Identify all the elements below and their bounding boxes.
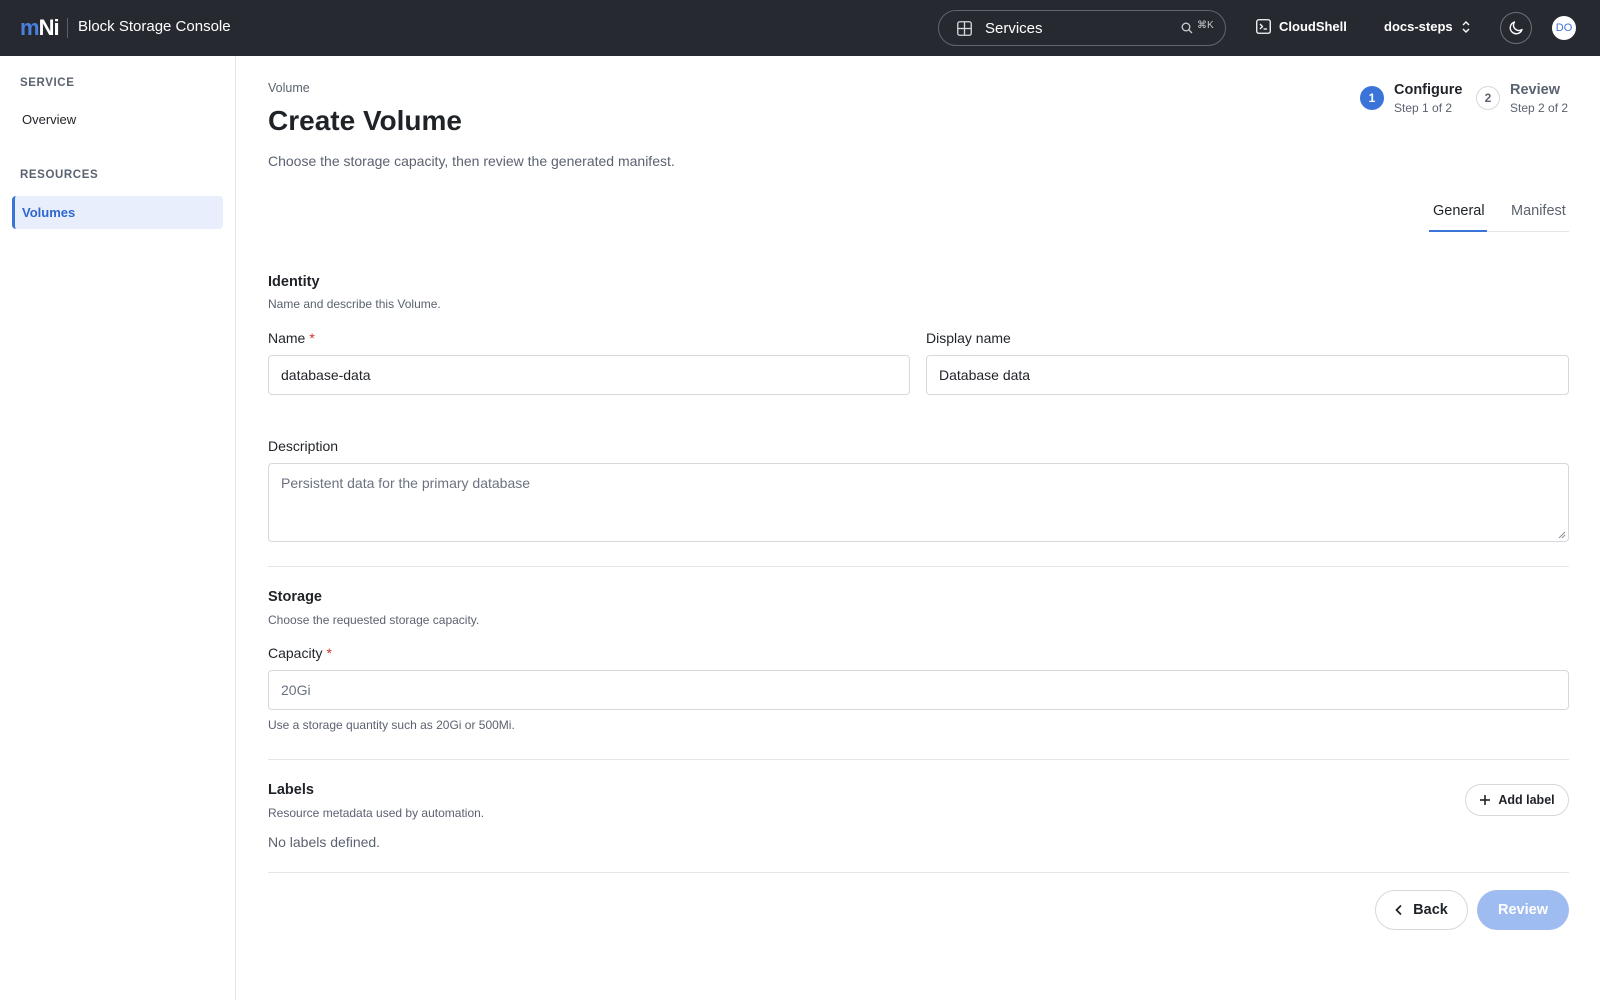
theme-toggle-button[interactable] [1500, 12, 1532, 44]
storage-section-subtitle: Choose the requested storage capacity. [268, 613, 480, 627]
step-subtitle: Step 2 of 2 [1510, 101, 1569, 115]
identity-section-subtitle: Name and describe this Volume. [268, 297, 441, 311]
keyboard-shortcut: ⌘K [1197, 20, 1214, 31]
moon-icon [1509, 21, 1523, 35]
back-label: Back [1413, 902, 1448, 918]
cloudshell-button[interactable]: CloudShell [1256, 19, 1347, 34]
brand-logo[interactable]: m Ni [20, 15, 60, 40]
name-field[interactable]: database-data [268, 355, 910, 395]
sidebar: SERVICE Overview RESOURCES Volumes [0, 56, 236, 1000]
description-field[interactable]: Persistent data for the primary database [268, 463, 1569, 542]
page-subtitle: Choose the storage capacity, then review… [268, 153, 675, 169]
tab-manifest[interactable]: Manifest [1511, 203, 1566, 219]
app-title: Block Storage Console [78, 18, 231, 35]
display-name-label: Display name [926, 330, 1011, 346]
description-label: Description [268, 438, 339, 454]
sidebar-item-label: Overview [22, 112, 77, 127]
sidebar-section-service: SERVICE [20, 77, 75, 89]
grid-icon [957, 21, 972, 36]
review-label: Review [1498, 902, 1548, 918]
page-title: Create Volume [268, 105, 462, 136]
section-divider [268, 872, 1569, 873]
description-placeholder: Persistent data for the primary database [281, 475, 531, 491]
add-label-text: Add label [1498, 793, 1555, 807]
sidebar-item-volumes[interactable]: Volumes [12, 196, 223, 229]
identity-section-title: Identity [268, 274, 320, 290]
step-title: Configure [1394, 82, 1463, 98]
add-label-button[interactable]: Add label [1465, 784, 1569, 816]
services-search[interactable]: Services ⌘K [938, 10, 1226, 46]
required-marker: * [326, 645, 332, 661]
search-icon [1181, 22, 1193, 34]
section-divider [268, 566, 1569, 567]
sidebar-section-resources: RESOURCES [20, 169, 99, 181]
back-button[interactable]: Back [1375, 890, 1468, 930]
sidebar-item-label: Volumes [22, 205, 76, 220]
breadcrumb[interactable]: Volume [268, 81, 310, 95]
user-avatar[interactable]: DO [1552, 16, 1576, 40]
plus-icon [1480, 795, 1491, 805]
labels-section-subtitle: Resource metadata used by automation. [268, 806, 485, 820]
section-divider [268, 759, 1569, 760]
cloudshell-label: CloudShell [1279, 19, 1347, 34]
labels-section-title: Labels [268, 782, 314, 798]
step-number: 1 [1360, 86, 1384, 110]
resize-handle-icon[interactable] [1558, 531, 1566, 539]
chevron-left-icon [1395, 904, 1402, 916]
step-title: Review [1510, 82, 1560, 98]
required-marker: * [309, 330, 315, 346]
capacity-field[interactable]: 20Gi [268, 670, 1569, 710]
review-button[interactable]: Review [1477, 890, 1569, 930]
sidebar-item-overview[interactable]: Overview [12, 103, 223, 136]
name-label: Name * [268, 330, 315, 346]
capacity-label: Capacity * [268, 645, 332, 661]
storage-section-title: Storage [268, 589, 322, 605]
form-tabs: General Manifest [1429, 196, 1569, 232]
empty-labels-message: No labels defined. [268, 834, 381, 850]
logo-m: m [20, 15, 40, 40]
terminal-icon [1256, 19, 1271, 34]
logo-divider [67, 18, 68, 38]
logo-ni: Ni [38, 15, 60, 40]
display-name-field[interactable]: Database data [926, 355, 1569, 395]
chevron-updown-icon [1462, 20, 1470, 33]
step-subtitle: Step 1 of 2 [1394, 101, 1453, 115]
services-label: Services [985, 20, 1043, 37]
top-navigation-bar: m Ni Block Storage Console Services ⌘K Cl… [0, 0, 1600, 56]
project-label: docs-steps [1384, 19, 1453, 34]
tab-general[interactable]: General [1433, 203, 1485, 219]
capacity-hint: Use a storage quantity such as 20Gi or 5… [268, 718, 515, 732]
active-tab-indicator [1429, 230, 1487, 232]
step-number: 2 [1476, 86, 1500, 110]
project-selector[interactable]: docs-steps [1384, 19, 1471, 34]
